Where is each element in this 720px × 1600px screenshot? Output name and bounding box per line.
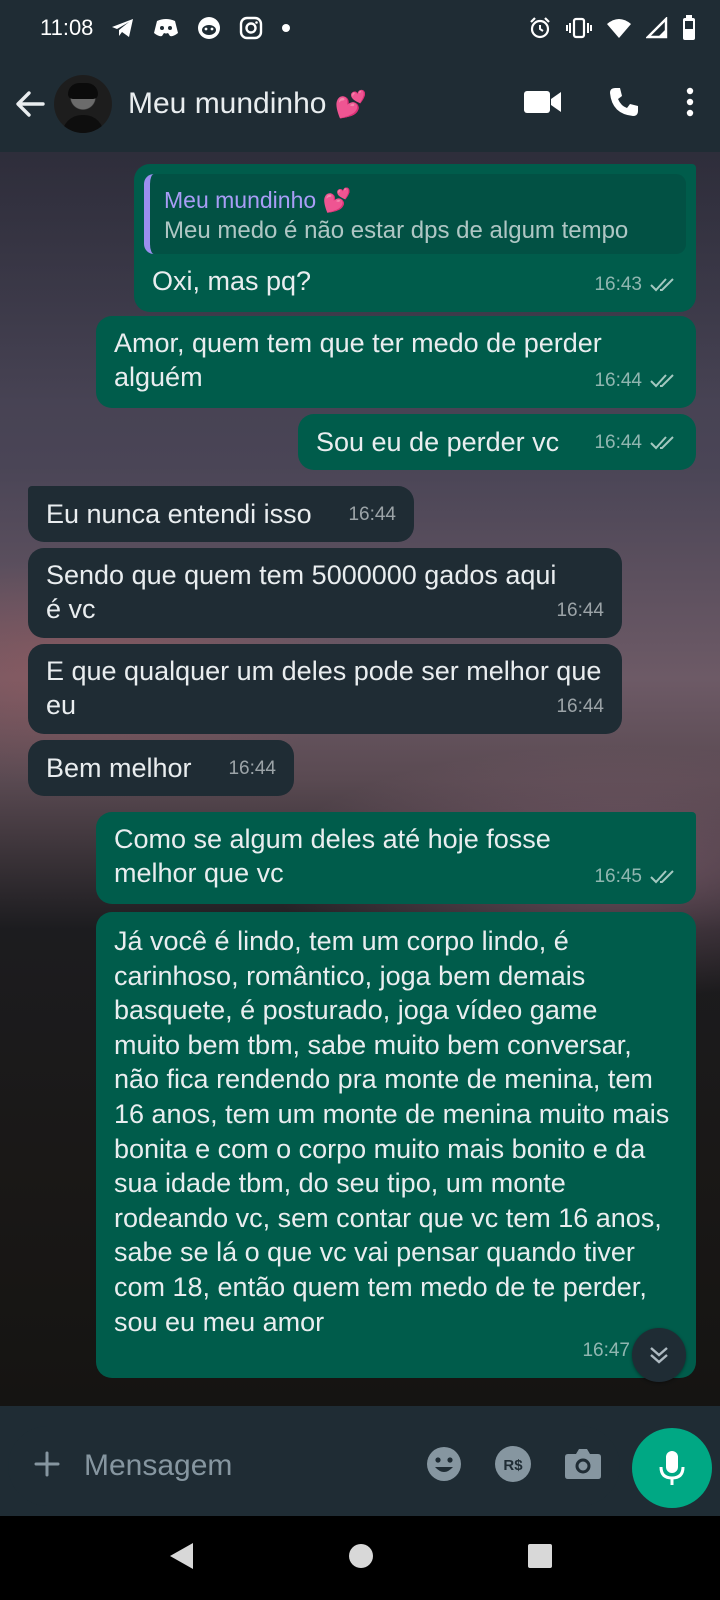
message-time: 16:44 — [228, 758, 276, 779]
system-nav-bar — [0, 1516, 720, 1600]
message-bubble[interactable]: Eu nunca entendi isso 16:44 — [28, 486, 414, 542]
nav-recents-icon[interactable] — [527, 1543, 553, 1574]
quoted-author: Meu mundinho 💕 — [164, 187, 352, 213]
arrow-left-icon — [16, 91, 45, 117]
read-ticks-icon — [650, 870, 674, 884]
avatar[interactable] — [54, 75, 112, 133]
svg-text:R$: R$ — [503, 1457, 523, 1474]
quoted-text: Meu medo é não estar dps de algum tempo — [164, 217, 629, 244]
message-time: 16:44 — [594, 432, 642, 453]
vibrate-icon — [566, 17, 592, 39]
double-chevron-down-icon — [650, 1347, 668, 1364]
battery-icon — [682, 15, 696, 41]
read-ticks-icon — [650, 436, 674, 450]
voice-call-icon[interactable] — [608, 86, 640, 123]
telegram-icon — [111, 17, 135, 39]
payment-icon[interactable]: R$ — [494, 1445, 532, 1488]
message-bubble[interactable]: Sendo que quem tem 5000000 gados aqui é … — [28, 548, 622, 638]
message-text: Sendo que quem tem 5000000 gados aqui é … — [46, 560, 557, 624]
chat-header: Meu mundinho 💕 — [0, 56, 720, 152]
contact-name: Meu mundinho — [128, 87, 327, 120]
status-time: 11:08 — [40, 15, 94, 40]
more-options-icon[interactable] — [686, 87, 694, 122]
message-bubble[interactable]: Bem melhor 16:44 — [28, 740, 294, 796]
camera-icon[interactable] — [564, 1448, 602, 1485]
contact-name-area[interactable]: Meu mundinho 💕 — [128, 87, 524, 121]
microphone-icon — [659, 1451, 685, 1485]
message-bubble[interactable]: Sou eu de perder vc 16:44 — [298, 414, 696, 470]
message-text: Como se algum deles até hoje fosse melho… — [114, 824, 551, 888]
emoji-icon[interactable] — [426, 1446, 462, 1487]
dot-icon — [281, 23, 291, 33]
message-text: Oxi, mas pq? — [152, 266, 312, 296]
attach-plus-icon[interactable] — [34, 1451, 60, 1482]
quoted-message[interactable]: Meu mundinho 💕 Meu medo é não estar dps … — [144, 174, 686, 254]
message-bubble[interactable]: Como se algum deles até hoje fosse melho… — [96, 812, 696, 904]
message-time: 16:47 — [582, 1340, 630, 1361]
chat-area[interactable]: Meu mundinho 💕 Meu medo é não estar dps … — [0, 152, 720, 1406]
message-text: Eu nunca entendi isso — [46, 499, 312, 529]
message-time: 16:45 — [594, 866, 642, 887]
discord-icon — [153, 18, 179, 38]
message-text: Já você é lindo, tem um corpo lindo, é c… — [114, 926, 670, 1337]
message-bubble[interactable]: Amor, quem tem que ter medo de perder al… — [96, 316, 696, 408]
message-time: 16:44 — [556, 696, 604, 717]
scroll-to-bottom-button[interactable] — [632, 1328, 686, 1382]
message-time: 16:44 — [594, 370, 642, 391]
voice-message-button[interactable] — [632, 1428, 712, 1508]
contact-emoji: 💕 — [334, 88, 367, 119]
back-button[interactable] — [12, 84, 48, 124]
message-bubble[interactable]: E que qualquer um deles pode ser melhor … — [28, 644, 622, 734]
nav-home-icon[interactable] — [348, 1543, 374, 1574]
message-time: 16:44 — [556, 600, 604, 621]
message-text: E que qualquer um deles pode ser melhor … — [46, 656, 602, 720]
message-time: 16:44 — [348, 504, 396, 525]
video-call-icon[interactable] — [524, 89, 562, 120]
message-bubble[interactable]: Já você é lindo, tem um corpo lindo, é c… — [96, 912, 696, 1378]
message-composer[interactable]: Mensagem R$ — [8, 1426, 620, 1506]
reddit-icon — [197, 16, 221, 40]
wifi-icon — [606, 17, 632, 39]
read-ticks-icon — [650, 278, 674, 292]
message-text: Amor, quem tem que ter medo de perder al… — [114, 328, 602, 392]
message-input[interactable]: Mensagem — [84, 1449, 426, 1483]
signal-icon — [646, 17, 668, 39]
message-time: 16:43 — [594, 274, 642, 295]
alarm-icon — [528, 16, 552, 40]
nav-back-icon[interactable] — [167, 1541, 195, 1576]
instagram-icon — [239, 16, 263, 40]
status-bar: 11:08 — [0, 0, 720, 56]
message-bubble[interactable]: Meu mundinho 💕 Meu medo é não estar dps … — [134, 164, 696, 312]
read-ticks-icon — [650, 374, 674, 388]
